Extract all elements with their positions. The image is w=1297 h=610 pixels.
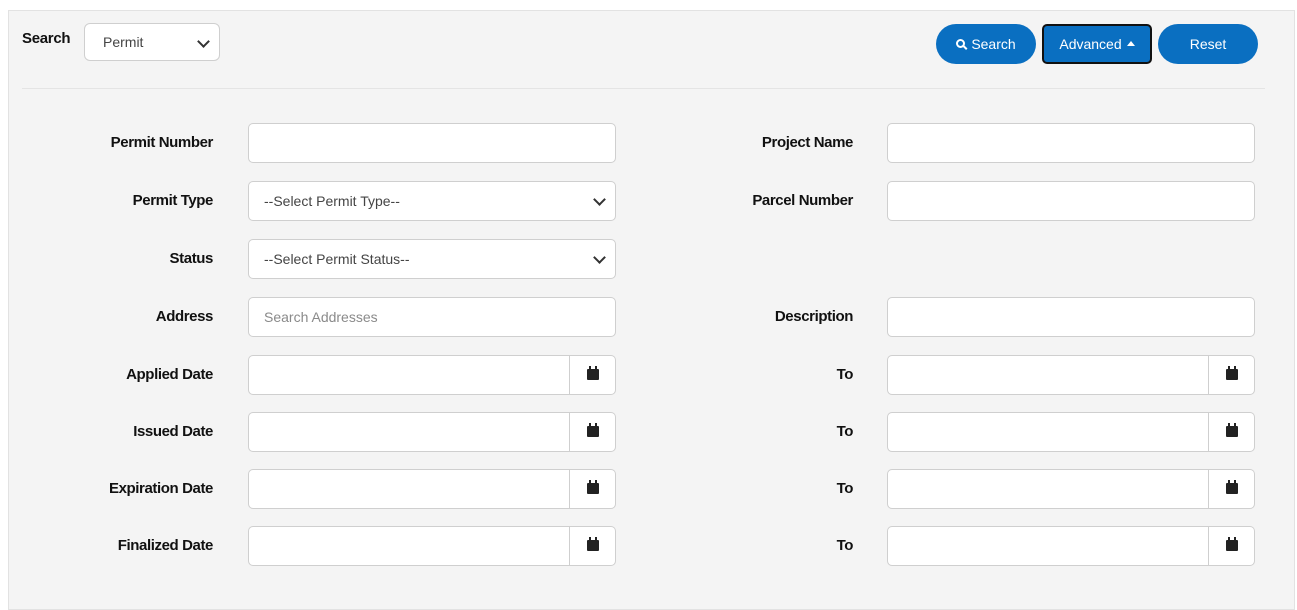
issued-date-from-calendar-button[interactable]: [570, 412, 616, 452]
finalized-date-from: [248, 526, 616, 566]
issued-date-to-calendar-button[interactable]: [1209, 412, 1255, 452]
expiration-date-to-label: To: [836, 480, 854, 497]
calendar-icon: [1226, 366, 1238, 380]
finalized-date-to-input[interactable]: [887, 526, 1209, 566]
applied-date-to-label: To: [836, 366, 854, 383]
finalized-date-from-calendar-button[interactable]: [570, 526, 616, 566]
project-name-label: Project Name: [761, 134, 853, 151]
expiration-date-to-calendar-button[interactable]: [1209, 469, 1255, 509]
permit-type-select[interactable]: --Select Permit Type--: [248, 181, 616, 221]
reset-button-label: Reset: [1189, 36, 1227, 52]
search-scope-value: Permit: [103, 34, 144, 50]
description-input[interactable]: [887, 297, 1255, 337]
expiration-date-from: [248, 469, 616, 509]
parcel-number-input[interactable]: [887, 181, 1255, 221]
applied-date-to: [887, 355, 1255, 395]
expiration-date-label: Expiration Date: [108, 480, 213, 497]
calendar-icon: [1226, 537, 1238, 551]
reset-button[interactable]: Reset: [1158, 24, 1258, 64]
caret-up-icon: [1126, 40, 1135, 46]
chevron-down-icon: [593, 251, 606, 264]
calendar-icon: [587, 423, 599, 437]
issued-date-to: [887, 412, 1255, 452]
issued-date-from-input[interactable]: [248, 412, 570, 452]
project-name-input[interactable]: [887, 123, 1255, 163]
issued-date-label: Issued Date: [133, 423, 213, 440]
permit-type-value: --Select Permit Type--: [264, 193, 400, 209]
address-search-input[interactable]: Search Addresses: [248, 297, 616, 337]
search-icon: [956, 38, 966, 48]
expiration-date-to: [887, 469, 1255, 509]
description-label: Description: [774, 308, 854, 325]
search-scope-select[interactable]: Permit: [84, 23, 220, 61]
status-label: Status: [169, 250, 214, 267]
advanced-toggle-button[interactable]: Advanced: [1042, 24, 1152, 64]
applied-date-from-calendar-button[interactable]: [570, 355, 616, 395]
expiration-date-from-calendar-button[interactable]: [570, 469, 616, 509]
finalized-date-to: [887, 526, 1255, 566]
applied-date-to-calendar-button[interactable]: [1209, 355, 1255, 395]
permit-number-label: Permit Number: [110, 134, 214, 151]
issued-date-from: [248, 412, 616, 452]
applied-date-from-input[interactable]: [248, 355, 570, 395]
search-button[interactable]: Search: [936, 24, 1036, 64]
finalized-date-from-input[interactable]: [248, 526, 570, 566]
calendar-icon: [1226, 423, 1238, 437]
issued-date-to-label: To: [836, 423, 854, 440]
search-scope-label: Search: [22, 30, 71, 47]
chevron-down-icon: [197, 35, 210, 48]
finalized-date-to-calendar-button[interactable]: [1209, 526, 1255, 566]
applied-date-to-input[interactable]: [887, 355, 1209, 395]
parcel-number-label: Parcel Number: [752, 192, 853, 209]
calendar-icon: [587, 480, 599, 494]
finalized-date-to-label: To: [836, 537, 854, 554]
advanced-button-label: Advanced: [1059, 36, 1122, 52]
permit-number-input[interactable]: [248, 123, 616, 163]
expiration-date-from-input[interactable]: [248, 469, 570, 509]
permit-type-label: Permit Type: [132, 192, 214, 209]
issued-date-to-input[interactable]: [887, 412, 1209, 452]
chevron-down-icon: [593, 193, 606, 206]
applied-date-label: Applied Date: [126, 366, 213, 383]
finalized-date-label: Finalized Date: [117, 537, 214, 554]
address-placeholder: Search Addresses: [264, 309, 378, 325]
status-select[interactable]: --Select Permit Status--: [248, 239, 616, 279]
expiration-date-to-input[interactable]: [887, 469, 1209, 509]
address-label: Address: [155, 308, 214, 325]
calendar-icon: [587, 537, 599, 551]
calendar-icon: [1226, 480, 1238, 494]
status-value: --Select Permit Status--: [264, 251, 410, 267]
calendar-icon: [587, 366, 599, 380]
search-button-label: Search: [971, 36, 1016, 52]
applied-date-from: [248, 355, 616, 395]
divider: [22, 88, 1265, 89]
